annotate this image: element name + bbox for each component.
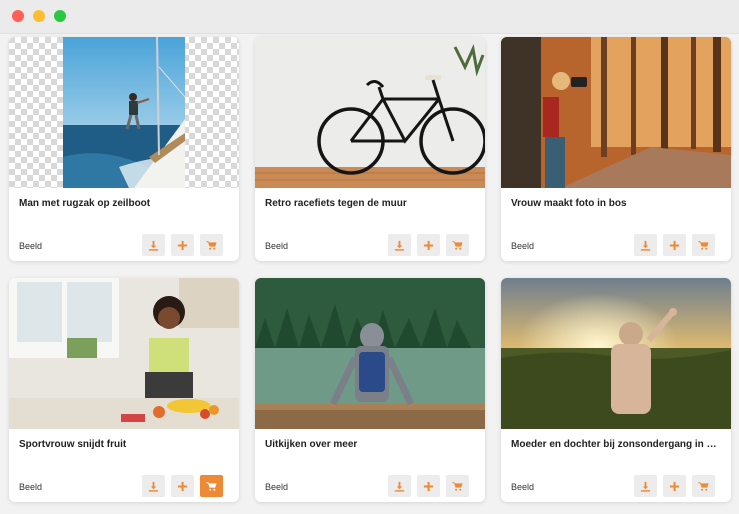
image-card[interactable]: Uitkijken over meer Beeld xyxy=(255,278,485,502)
card-media-type: Beeld xyxy=(511,241,535,251)
add-button[interactable] xyxy=(417,234,440,256)
card-image-woman-fruit[interactable] xyxy=(9,278,239,429)
add-button[interactable] xyxy=(171,234,194,256)
card-image-lake[interactable] xyxy=(255,278,485,429)
download-button[interactable] xyxy=(142,475,165,497)
minimize-window-button[interactable] xyxy=(33,10,45,22)
card-title: Man met rugzak op zeilboot xyxy=(19,198,151,209)
cart-icon xyxy=(206,240,217,251)
download-button[interactable] xyxy=(634,475,657,497)
maximize-window-button[interactable] xyxy=(54,10,66,22)
download-button[interactable] xyxy=(388,234,411,256)
download-button[interactable] xyxy=(142,234,165,256)
sailboat-photo xyxy=(9,37,239,188)
add-to-cart-button[interactable] xyxy=(692,234,715,256)
plus-icon xyxy=(423,240,434,251)
add-to-cart-button[interactable] xyxy=(446,234,469,256)
download-icon xyxy=(148,240,159,251)
cart-icon xyxy=(698,481,709,492)
download-button[interactable] xyxy=(388,475,411,497)
card-media-type: Beeld xyxy=(265,482,289,492)
download-icon xyxy=(148,481,159,492)
card-image-sailboat[interactable] xyxy=(9,37,239,188)
card-image-forest-photographer[interactable] xyxy=(501,37,731,188)
card-title: Uitkijken over meer xyxy=(265,439,358,450)
cart-icon xyxy=(206,481,217,492)
cart-icon xyxy=(452,240,463,251)
image-card[interactable]: Man met rugzak op zeilboot Beeld xyxy=(9,37,239,261)
plus-icon xyxy=(669,481,680,492)
bicycle-photo xyxy=(255,37,485,188)
card-title: Vrouw maakt foto in bos xyxy=(511,198,627,209)
forest-photo xyxy=(501,37,731,188)
download-icon xyxy=(640,481,651,492)
image-results-grid: Man met rugzak op zeilboot Beeld Retro r… xyxy=(0,34,739,514)
add-to-cart-button[interactable] xyxy=(692,475,715,497)
add-button[interactable] xyxy=(663,475,686,497)
sunset-photo xyxy=(501,278,731,429)
cart-icon xyxy=(452,481,463,492)
image-card[interactable]: Sportvrouw snijdt fruit Beeld xyxy=(9,278,239,502)
browser-window: Man met rugzak op zeilboot Beeld Retro r… xyxy=(0,0,739,514)
window-titlebar xyxy=(0,0,739,34)
lake-photo xyxy=(255,278,485,429)
plus-icon xyxy=(177,240,188,251)
add-button[interactable] xyxy=(171,475,194,497)
image-card[interactable]: Retro racefiets tegen de muur Beeld xyxy=(255,37,485,261)
image-card[interactable]: Vrouw maakt foto in bos Beeld xyxy=(501,37,731,261)
close-window-button[interactable] xyxy=(12,10,24,22)
add-to-cart-button[interactable] xyxy=(200,475,223,497)
add-button[interactable] xyxy=(663,234,686,256)
plus-icon xyxy=(177,481,188,492)
download-icon xyxy=(394,240,405,251)
download-icon xyxy=(394,481,405,492)
card-media-type: Beeld xyxy=(19,482,43,492)
add-button[interactable] xyxy=(417,475,440,497)
plus-icon xyxy=(423,481,434,492)
card-media-type: Beeld xyxy=(511,482,535,492)
card-image-bicycle[interactable] xyxy=(255,37,485,188)
card-title: Retro racefiets tegen de muur xyxy=(265,198,407,209)
card-title: Moeder en dochter bij zonsondergang in h… xyxy=(511,439,721,450)
plus-icon xyxy=(669,240,680,251)
card-media-type: Beeld xyxy=(265,241,289,251)
card-image-sunset-field[interactable] xyxy=(501,278,731,429)
download-icon xyxy=(640,240,651,251)
add-to-cart-button[interactable] xyxy=(200,234,223,256)
image-card[interactable]: Moeder en dochter bij zonsondergang in h… xyxy=(501,278,731,502)
kitchen-photo xyxy=(9,278,239,429)
card-media-type: Beeld xyxy=(19,241,43,251)
download-button[interactable] xyxy=(634,234,657,256)
add-to-cart-button[interactable] xyxy=(446,475,469,497)
cart-icon xyxy=(698,240,709,251)
card-title: Sportvrouw snijdt fruit xyxy=(19,439,127,450)
